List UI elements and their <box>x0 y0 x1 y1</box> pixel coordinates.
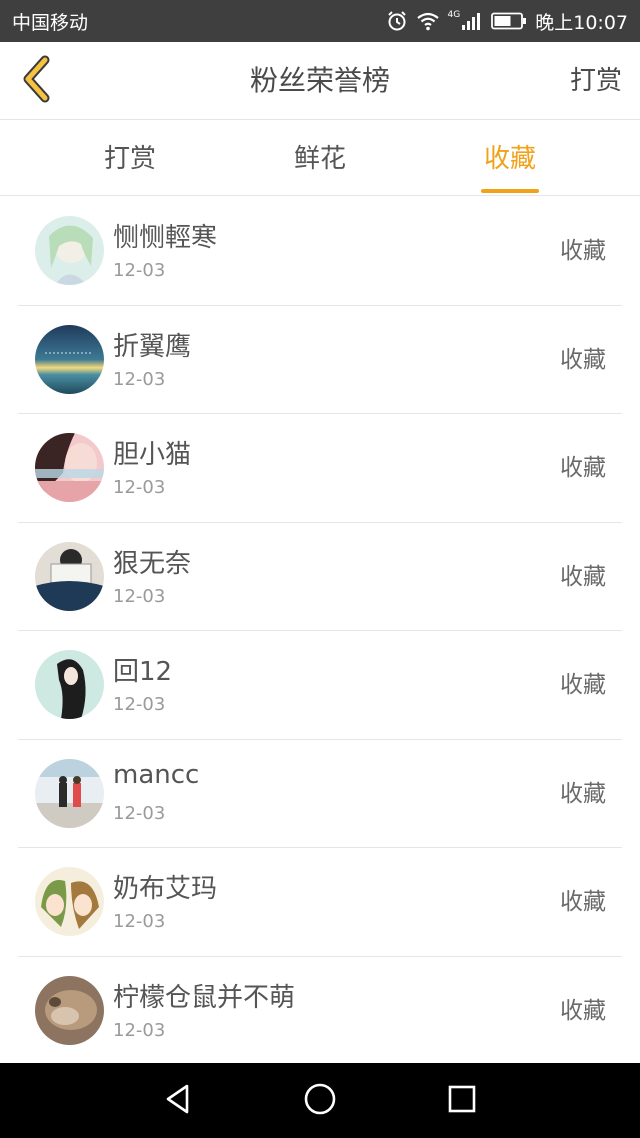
tab-favorites[interactable]: 收藏 <box>460 121 560 196</box>
list-item[interactable]: mancc 12-03 收藏 <box>18 740 622 848</box>
fan-list: 恻恻輕寒 12-03 收藏 折翼鹰 12-03 收藏 胆小猫 12-03 收藏 … <box>0 197 640 1065</box>
avatar <box>35 216 104 285</box>
avatar <box>35 324 104 394</box>
favorite-label: 收藏 <box>560 346 606 373</box>
favorite-label: 收藏 <box>560 238 606 264</box>
status-indicators: 4G 晚上10:07 <box>386 8 628 35</box>
favorite-label: 收藏 <box>560 455 606 481</box>
favorite-label: 收藏 <box>560 997 606 1024</box>
fan-date: 12-03 <box>113 802 166 824</box>
list-item[interactable]: 奶布艾玛 12-03 收藏 <box>18 848 622 957</box>
fan-name: 折翼鹰 <box>113 331 192 362</box>
nav-back-button[interactable] <box>158 1082 198 1120</box>
fan-name: 柠檬仓鼠并不萌 <box>113 982 296 1013</box>
fan-name: 恻恻輕寒 <box>113 223 218 253</box>
system-nav-bar <box>0 1063 640 1138</box>
fan-name: mancc <box>113 759 200 790</box>
avatar <box>35 650 104 719</box>
fan-date: 12-03 <box>113 368 166 390</box>
fan-date: 12-03 <box>113 585 166 607</box>
tab-bar: 打赏 鲜花 收藏 <box>0 121 640 196</box>
fan-date: 12-03 <box>113 694 166 715</box>
list-item[interactable]: 折翼鹰 12-03 收藏 <box>18 306 622 414</box>
recents-square-icon <box>447 1084 477 1118</box>
fan-name: 奶布艾玛 <box>113 874 218 904</box>
back-button[interactable] <box>10 54 64 108</box>
favorite-label: 收藏 <box>560 780 606 807</box>
chevron-left-icon <box>19 55 55 107</box>
status-bar: 中国移动 4G 晚上10:07 <box>0 0 640 42</box>
page-title: 粉丝荣誉榜 <box>249 64 390 97</box>
nav-recents-button[interactable] <box>442 1082 482 1120</box>
signal-icon: 4G <box>448 11 484 31</box>
avatar <box>35 758 104 828</box>
reward-action-button[interactable]: 打赏 <box>570 42 622 120</box>
active-tab-indicator <box>481 189 539 193</box>
tab-flowers[interactable]: 鲜花 <box>270 121 370 196</box>
wifi-icon <box>416 11 440 31</box>
header: 粉丝荣誉榜 打赏 <box>0 42 640 120</box>
list-item[interactable]: 柠檬仓鼠并不萌 12-03 收藏 <box>18 957 622 1066</box>
list-item[interactable]: 恻恻輕寒 12-03 收藏 <box>18 197 622 306</box>
fan-date: 12-03 <box>113 1019 166 1041</box>
network-type-label: 4G <box>447 10 461 20</box>
list-item[interactable]: 狠无奈 12-03 收藏 <box>18 523 622 631</box>
avatar <box>35 867 104 936</box>
avatar <box>35 975 104 1045</box>
list-item[interactable]: 回12 12-03 收藏 <box>18 631 622 740</box>
fan-name: 胆小猫 <box>113 440 192 470</box>
fan-date: 12-03 <box>113 260 166 281</box>
home-circle-icon <box>303 1082 337 1120</box>
fan-name: 狠无奈 <box>113 548 192 579</box>
favorite-label: 收藏 <box>560 563 606 590</box>
back-triangle-icon <box>163 1083 193 1119</box>
tab-reward[interactable]: 打赏 <box>80 121 180 196</box>
nav-home-button[interactable] <box>300 1082 340 1120</box>
avatar <box>35 433 104 502</box>
fan-date: 12-03 <box>113 477 166 498</box>
favorite-label: 收藏 <box>560 889 606 915</box>
clock-label: 晚上10:07 <box>535 11 628 34</box>
alarm-icon <box>386 10 408 32</box>
battery-icon <box>491 12 527 30</box>
favorite-label: 收藏 <box>560 672 606 698</box>
carrier-label: 中国移动 <box>12 11 89 34</box>
fan-date: 12-03 <box>113 911 166 932</box>
list-item[interactable]: 胆小猫 12-03 收藏 <box>18 414 622 523</box>
fan-name: 回12 <box>113 657 173 687</box>
avatar <box>35 541 104 611</box>
